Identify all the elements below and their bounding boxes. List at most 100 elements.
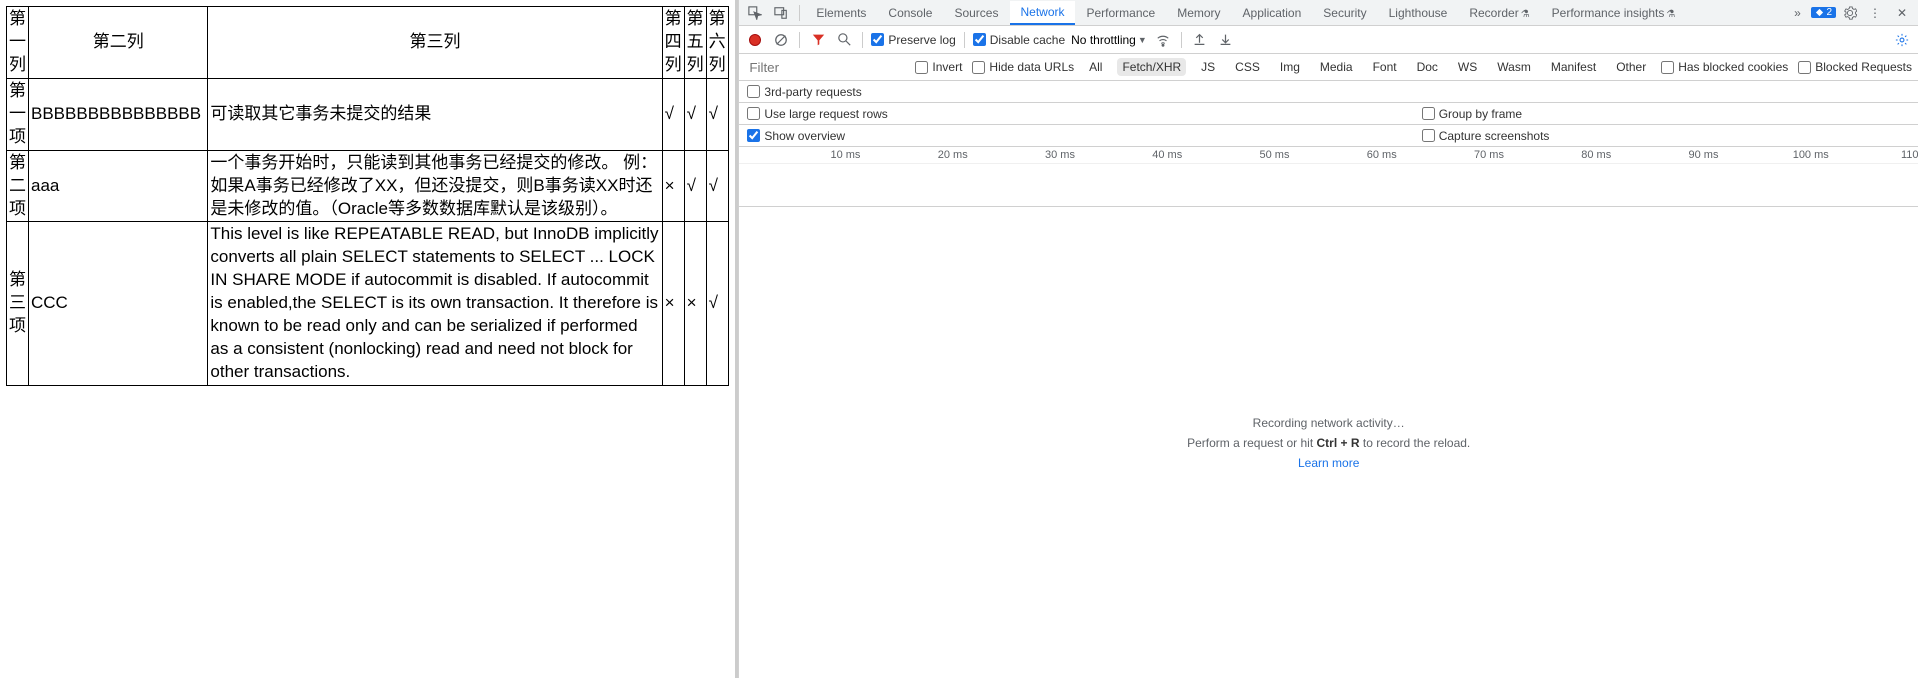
filter-type-doc[interactable]: Doc — [1412, 58, 1443, 76]
options-row-1: 3rd-party requests — [739, 81, 1918, 103]
issues-count: 2 — [1826, 7, 1832, 18]
network-empty-state: Recording network activity… Perform a re… — [739, 207, 1918, 678]
capture-screenshots-checkbox[interactable]: Capture screenshots — [1422, 129, 1910, 143]
timeline-tick: 110 — [1901, 149, 1918, 161]
col-2-header: 第二列 — [29, 7, 208, 79]
row-2-col-6: √ — [706, 150, 728, 222]
timeline-tick: 70 ms — [1474, 149, 1504, 161]
col-6-header: 第六列 — [706, 7, 728, 79]
timeline-tick: 100 ms — [1793, 149, 1829, 161]
filter-input[interactable] — [745, 58, 905, 77]
filter-type-fetch-xhr[interactable]: Fetch/XHR — [1117, 58, 1186, 76]
settings-icon[interactable] — [1838, 1, 1862, 25]
tab-console[interactable]: Console — [878, 2, 942, 24]
filter-type-wasm[interactable]: Wasm — [1492, 58, 1536, 76]
row-1-col-6: √ — [706, 78, 728, 150]
table-header-row: 第一列 第二列 第三列 第四列 第五列 第六列 — [7, 7, 729, 79]
tab-memory[interactable]: Memory — [1167, 2, 1230, 24]
filter-type-css[interactable]: CSS — [1230, 58, 1265, 76]
filter-type-img[interactable]: Img — [1275, 58, 1305, 76]
filter-type-manifest[interactable]: Manifest — [1546, 58, 1601, 76]
row-1-col-4: √ — [662, 78, 684, 150]
tab-lighthouse[interactable]: Lighthouse — [1379, 2, 1458, 24]
row-3-label: 第三项 — [7, 222, 29, 386]
filter-type-ws[interactable]: WS — [1453, 58, 1482, 76]
filter-type-other[interactable]: Other — [1611, 58, 1651, 76]
search-icon[interactable] — [834, 30, 854, 50]
hide-data-urls-checkbox[interactable]: Hide data URLs — [972, 60, 1074, 74]
network-conditions-icon[interactable] — [1153, 30, 1173, 50]
row-2-col-3: 一个事务开始时，只能读到其他事务已经提交的修改。 例：如果A事务已经修改了XX，… — [208, 150, 662, 222]
timeline-tick: 50 ms — [1259, 149, 1289, 161]
tab-network[interactable]: Network — [1010, 1, 1074, 25]
network-filterbar: Invert Hide data URLs All Fetch/XHR JS C… — [739, 54, 1918, 81]
row-3-col-3: This level is like REPEATABLE READ, but … — [208, 222, 662, 386]
device-toolbar-icon[interactable] — [769, 1, 793, 25]
devtools-tabstrip: Elements Console Sources Network Perform… — [739, 0, 1918, 26]
throttling-select[interactable]: No throttling ▼ — [1071, 33, 1147, 47]
show-overview-checkbox[interactable]: Show overview — [747, 129, 1421, 143]
export-har-icon[interactable] — [1216, 30, 1236, 50]
close-devtools-icon[interactable]: ✕ — [1890, 1, 1914, 25]
record-button[interactable] — [745, 30, 765, 50]
row-2-col-2: aaa — [29, 150, 208, 222]
filter-type-all[interactable]: All — [1084, 58, 1107, 76]
row-3-col-2: CCC — [29, 222, 208, 386]
chevron-down-icon: ▼ — [1138, 35, 1147, 45]
more-icon[interactable]: ⋮ — [1864, 1, 1888, 25]
learn-more-link[interactable]: Learn more — [1298, 456, 1359, 470]
tab-security[interactable]: Security — [1313, 2, 1376, 24]
row-2-col-4: × — [662, 150, 684, 222]
recording-text: Recording network activity… — [1253, 416, 1405, 430]
filter-type-font[interactable]: Font — [1368, 58, 1402, 76]
tab-sources[interactable]: Sources — [944, 2, 1008, 24]
table-row: 第三项 CCC This level is like REPEATABLE RE… — [7, 222, 729, 386]
timeline-tick: 30 ms — [1045, 149, 1075, 161]
col-5-header: 第五列 — [684, 7, 706, 79]
col-4-header: 第四列 — [662, 7, 684, 79]
large-rows-checkbox[interactable]: Use large request rows — [747, 107, 1421, 121]
issues-badge[interactable]: 2 — [1811, 7, 1836, 18]
import-har-icon[interactable] — [1190, 30, 1210, 50]
filter-type-js[interactable]: JS — [1196, 58, 1220, 76]
tab-performance[interactable]: Performance — [1077, 2, 1166, 24]
data-table: 第一列 第二列 第三列 第四列 第五列 第六列 第一项 BBBBBBBBBBBB… — [6, 6, 729, 386]
timeline-tick: 90 ms — [1689, 149, 1719, 161]
hint-text: Perform a request or hit Ctrl + R to rec… — [1187, 436, 1470, 450]
row-3-col-4: × — [662, 222, 684, 386]
timeline-tick: 10 ms — [830, 149, 860, 161]
devtools-pane: Elements Console Sources Network Perform… — [738, 0, 1918, 678]
preserve-log-checkbox[interactable]: Preserve log — [871, 33, 955, 47]
network-timeline[interactable]: 10 ms 20 ms 30 ms 40 ms 50 ms 60 ms 70 m… — [739, 147, 1918, 207]
third-party-checkbox[interactable]: 3rd-party requests — [747, 85, 1421, 99]
row-1-col-5: √ — [684, 78, 706, 150]
separator — [799, 5, 800, 21]
table-row: 第二项 aaa 一个事务开始时，只能读到其他事务已经提交的修改。 例：如果A事务… — [7, 150, 729, 222]
expand-tabs-icon[interactable]: » — [1785, 1, 1809, 25]
inspect-element-icon[interactable] — [743, 1, 767, 25]
invert-checkbox[interactable]: Invert — [915, 60, 962, 74]
options-row-3: Show overview Capture screenshots — [739, 125, 1918, 147]
row-1-col-2: BBBBBBBBBBBBBBB — [29, 78, 208, 150]
options-row-2: Use large request rows Group by frame — [739, 103, 1918, 125]
blocked-cookies-checkbox[interactable]: Has blocked cookies — [1661, 60, 1788, 74]
row-2-col-5: √ — [684, 150, 706, 222]
tab-elements[interactable]: Elements — [806, 2, 876, 24]
flask-icon: ⚗ — [1521, 9, 1530, 20]
filter-type-media[interactable]: Media — [1315, 58, 1358, 76]
clear-button[interactable] — [771, 30, 791, 50]
tab-recorder[interactable]: Recorder⚗ — [1459, 2, 1539, 24]
disable-cache-checkbox[interactable]: Disable cache — [973, 33, 1065, 47]
table-row: 第一项 BBBBBBBBBBBBBBB 可读取其它事务未提交的结果 √ √ √ — [7, 78, 729, 150]
row-1-col-3: 可读取其它事务未提交的结果 — [208, 78, 662, 150]
timeline-tick: 40 ms — [1152, 149, 1182, 161]
group-frame-checkbox[interactable]: Group by frame — [1422, 107, 1910, 121]
filter-toggle-icon[interactable] — [808, 30, 828, 50]
tab-application[interactable]: Application — [1233, 2, 1312, 24]
row-2-label: 第二项 — [7, 150, 29, 222]
network-settings-icon[interactable] — [1892, 30, 1912, 50]
blocked-requests-checkbox[interactable]: Blocked Requests — [1798, 60, 1912, 74]
row-3-col-5: × — [684, 222, 706, 386]
tab-perf-insights[interactable]: Performance insights⚗ — [1542, 2, 1686, 24]
row-1-label: 第一项 — [7, 78, 29, 150]
